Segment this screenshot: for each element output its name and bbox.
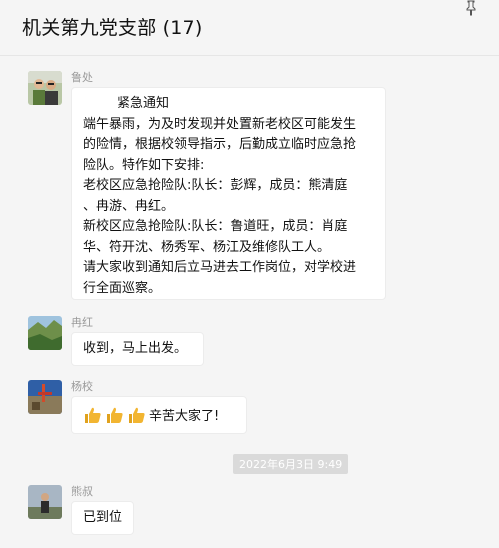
thumbs-up-icon [85, 407, 101, 423]
message-bubble[interactable]: 辛苦大家了! [71, 396, 247, 434]
message-line: 险队。特作如下安排: [83, 157, 205, 173]
message-bubble[interactable]: 紧急通知 端午暴雨，为及时发现并处置新老校区可能发生 的险情，根据校领导指示，后… [71, 87, 386, 300]
timestamp: 2022年6月3日 9:49 [233, 454, 349, 474]
message-line: 请大家收到通知后立马进去工作岗位，对学校进 [83, 260, 357, 275]
sender-name: 杨校 [71, 380, 93, 393]
sender-name: 熊叔 [71, 485, 93, 498]
message-text: 已到位 [83, 510, 123, 525]
message-line: 老校区应急抢险队:队长：彭辉，成员：熊清庭 [83, 178, 348, 193]
chat-header: 机关第九党支部 (17) [0, 0, 499, 56]
message-bubble[interactable]: 已到位 [71, 501, 134, 535]
avatar[interactable] [28, 316, 62, 350]
message-line: 行全面巡察。 [83, 280, 162, 296]
message-text: 收到，马上出发。 [83, 341, 188, 356]
message-line: 、冉游、冉红。 [83, 198, 175, 214]
thumbs-up-icon [107, 407, 123, 423]
avatar[interactable] [28, 71, 62, 105]
message-bubble[interactable]: 收到，马上出发。 [71, 332, 204, 366]
avatar[interactable] [28, 380, 62, 414]
message-text: 辛苦大家了! [149, 409, 220, 424]
thumbs-up-icon [129, 407, 145, 423]
message-line: 新校区应急抢险队:队长：鲁道旺，成员：肖庭 [83, 219, 348, 234]
pin-icon[interactable] [464, 0, 478, 16]
avatar[interactable] [28, 485, 62, 519]
message-line: 的险情，根据校领导指示，后勤成立临时应急抢 [83, 137, 357, 152]
message-line: 紧急通知 [117, 96, 170, 111]
message-line: 华、符开沈、杨秀军、杨江及维修队工人。 [83, 239, 331, 255]
message-line: 端午暴雨，为及时发现并处置新老校区可能发生 [83, 116, 357, 132]
sender-name: 鲁处 [71, 71, 93, 84]
chat-title: 机关第九党支部 (17) [22, 17, 203, 39]
sender-name: 冉红 [71, 316, 93, 329]
